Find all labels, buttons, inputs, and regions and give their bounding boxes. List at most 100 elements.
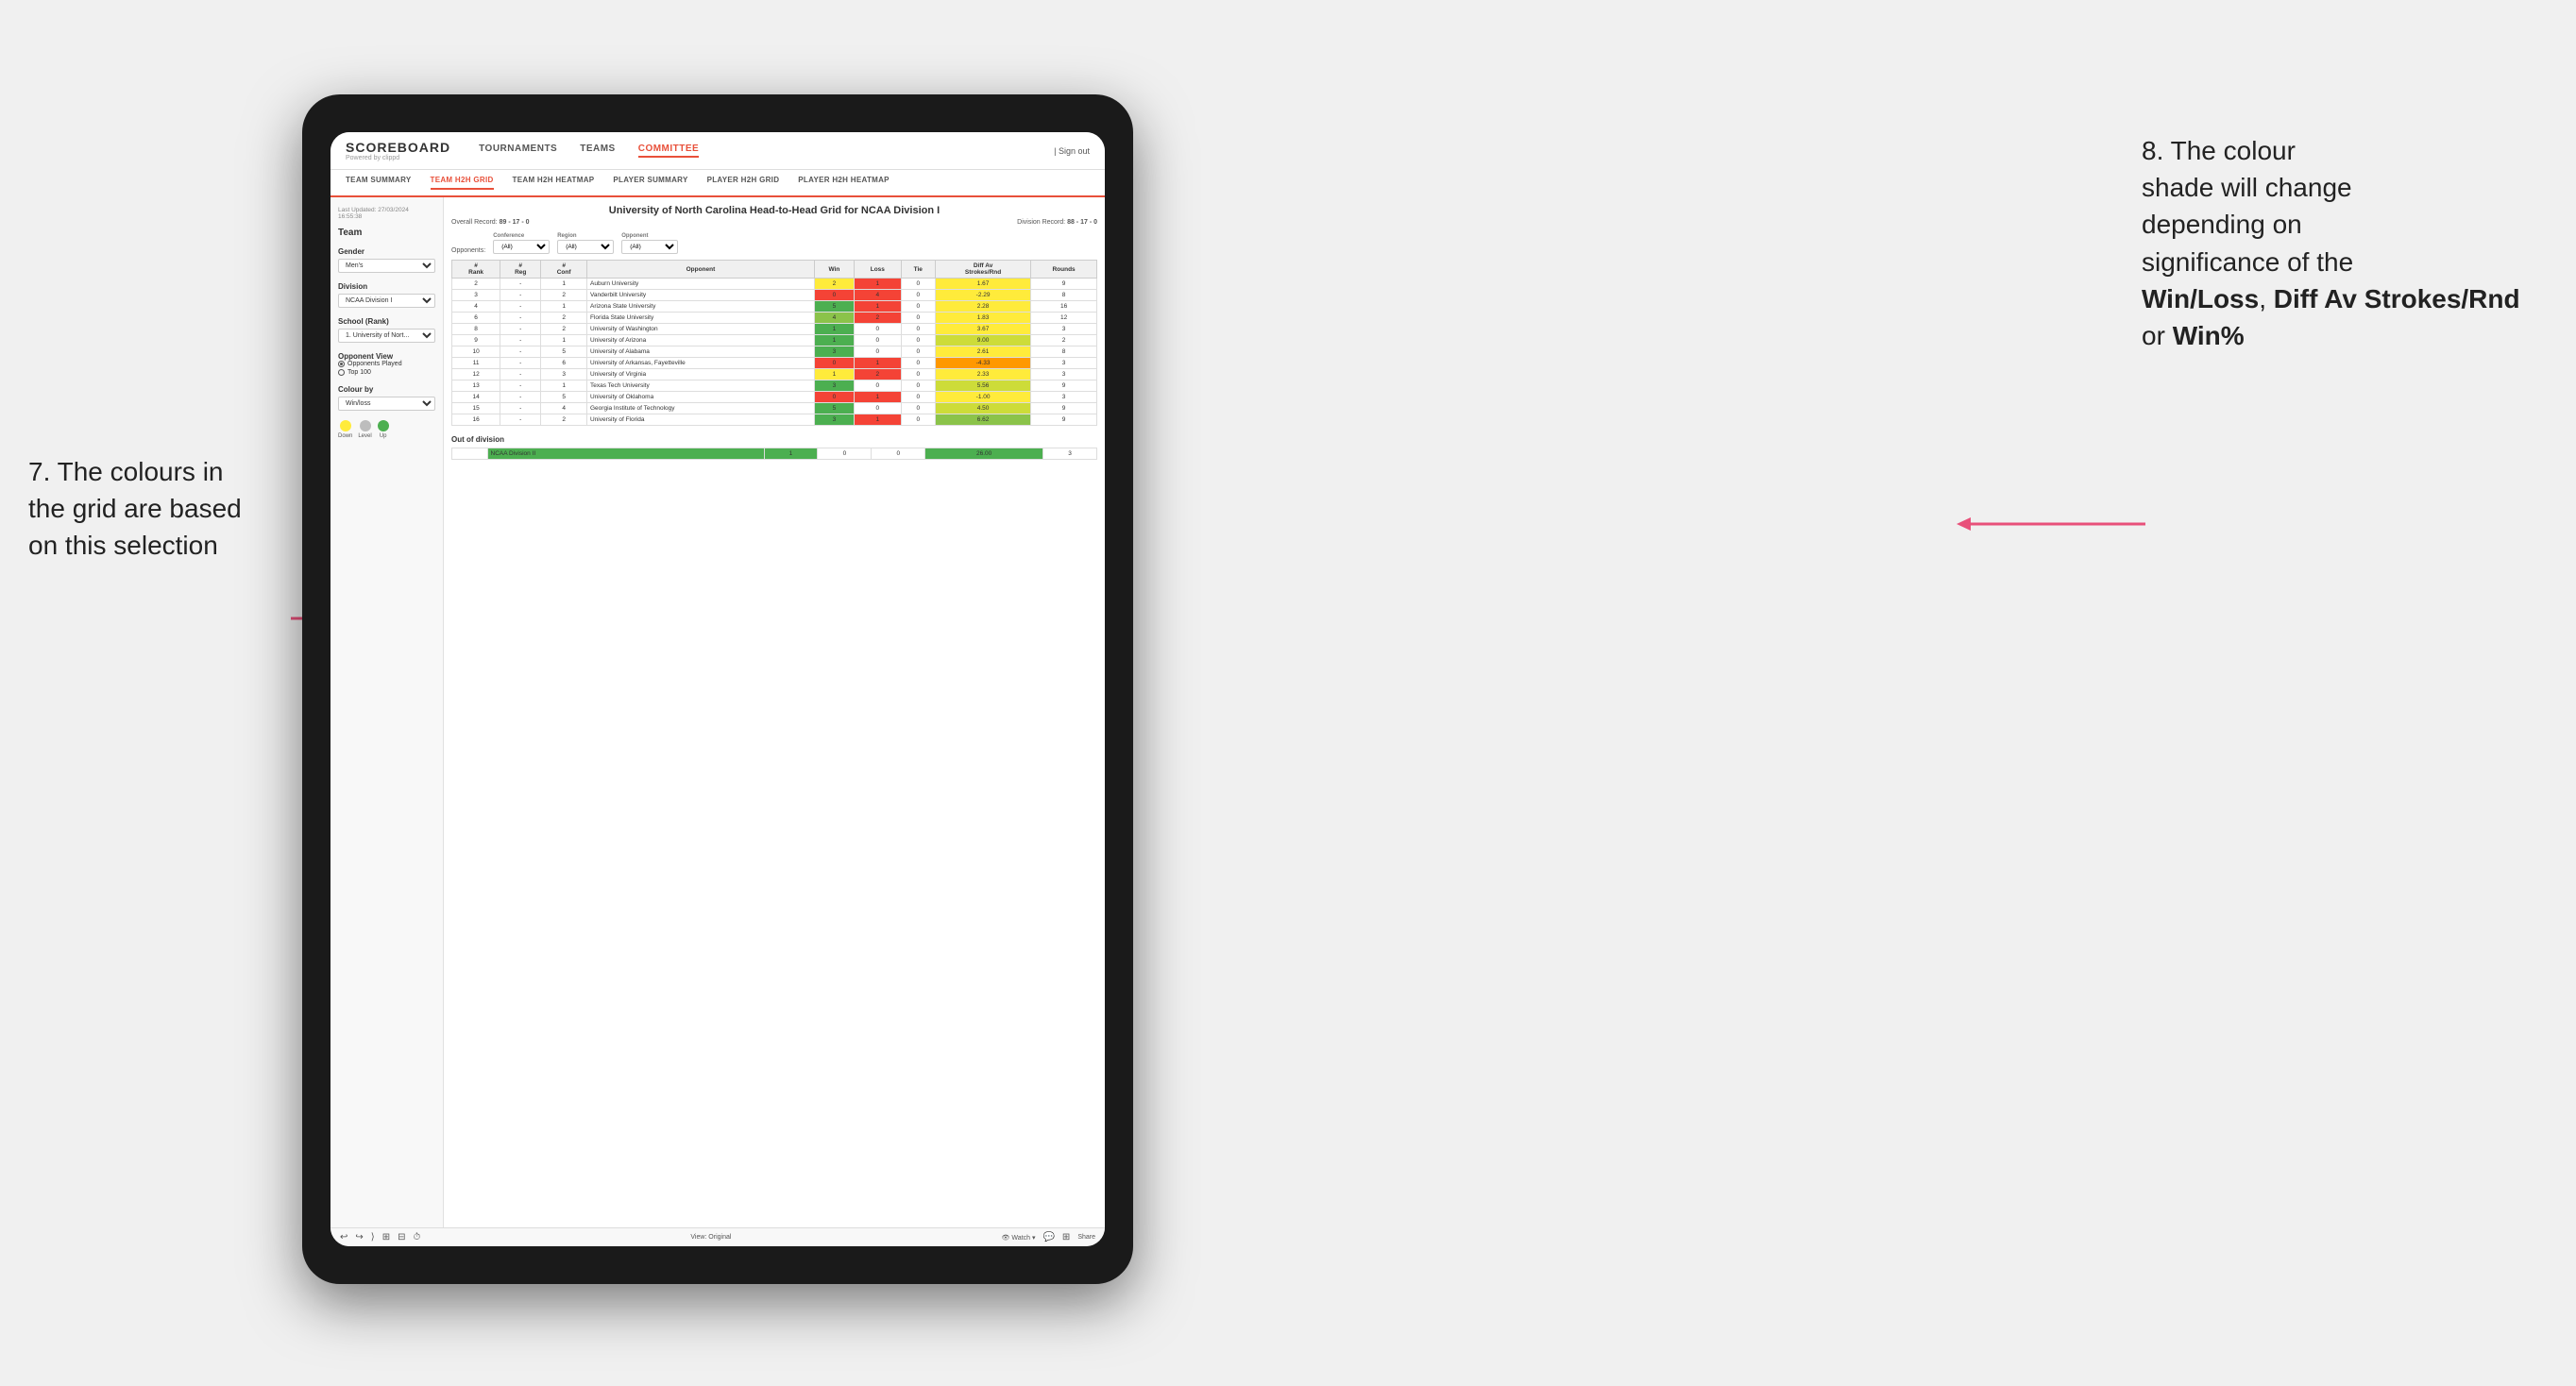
comment-button[interactable]: 💬: [1042, 1232, 1054, 1242]
region-select[interactable]: (All): [557, 240, 614, 254]
colour-by-section: Colour by Win/loss: [338, 385, 435, 411]
colour-by-select[interactable]: Win/loss: [338, 397, 435, 411]
legend-up: Up: [378, 420, 389, 439]
overall-record: Overall Record: 89 - 17 - 0: [451, 219, 530, 226]
grid-records: Overall Record: 89 - 17 - 0 Division Rec…: [451, 219, 1097, 226]
legend-level: Level: [358, 420, 371, 439]
copy-button[interactable]: ⊞: [382, 1232, 390, 1242]
annotation-right: 8. The colour shade will change dependin…: [2142, 132, 2548, 354]
last-updated: Last Updated: 27/03/2024 16:55:38: [338, 207, 435, 220]
table-row: 10-5University of Alabama3002.618: [452, 346, 1097, 358]
col-reg: #Reg: [500, 261, 541, 279]
table-row: 16-2University of Florida3106.629: [452, 414, 1097, 426]
main-content: Last Updated: 27/03/2024 16:55:38 Team G…: [330, 197, 1105, 1227]
col-conf: #Conf: [541, 261, 587, 279]
col-win: Win: [814, 261, 854, 279]
bottom-toolbar: ↩ ↪ ⟩ ⊞ ⊟ ⏱ View: Original 👁 Watch ▾ 💬 ⊞…: [330, 1227, 1105, 1246]
opponent-view-radio-group: Opponents Played Top 100: [338, 361, 435, 376]
gender-section: Gender Men's: [338, 247, 435, 273]
ood-rounds: 3: [1043, 448, 1097, 460]
division-select[interactable]: NCAA Division I: [338, 294, 435, 308]
school-section: School (Rank) 1. University of Nort...: [338, 317, 435, 343]
legend-down-dot: [340, 420, 351, 431]
watch-button[interactable]: 👁 Watch ▾: [1002, 1234, 1036, 1242]
nav-items: TOURNAMENTS TEAMS COMMITTEE: [479, 144, 699, 158]
grid-button[interactable]: ⊞: [1062, 1232, 1070, 1242]
col-loss: Loss: [855, 261, 902, 279]
table-row: 2-1Auburn University2101.679: [452, 279, 1097, 290]
sub-navigation: TEAM SUMMARY TEAM H2H GRID TEAM H2H HEAT…: [330, 170, 1105, 197]
view-label: View: Original: [690, 1234, 731, 1241]
conference-select[interactable]: (All): [493, 240, 550, 254]
share-button[interactable]: Share: [1077, 1234, 1095, 1241]
radio-dot-unselected: [338, 369, 345, 376]
school-select[interactable]: 1. University of Nort...: [338, 329, 435, 343]
table-row: 9-1University of Arizona1009.002: [452, 335, 1097, 346]
nav-committee[interactable]: COMMITTEE: [638, 144, 700, 158]
undo-button[interactable]: ↩: [340, 1232, 347, 1242]
sign-out-button[interactable]: | Sign out: [1054, 146, 1090, 156]
ood-win: 1: [764, 448, 818, 460]
tablet-screen: SCOREBOARD Powered by clippd TOURNAMENTS…: [330, 132, 1105, 1246]
tablet-device: SCOREBOARD Powered by clippd TOURNAMENTS…: [302, 94, 1133, 1284]
out-of-division-section: Out of division NCAA Division II 1 0 0 2…: [451, 435, 1097, 460]
tab-player-h2h-grid[interactable]: PLAYER H2H GRID: [707, 176, 780, 190]
filters-row: Opponents: Conference (All) Region (All): [451, 233, 1097, 254]
nav-teams[interactable]: TEAMS: [580, 144, 616, 158]
tab-player-h2h-heatmap[interactable]: PLAYER H2H HEATMAP: [798, 176, 890, 190]
division-section: Division NCAA Division I: [338, 282, 435, 308]
division-name: [452, 448, 488, 460]
legend-up-dot: [378, 420, 389, 431]
table-row: 6-2Florida State University4201.8312: [452, 313, 1097, 324]
nav-tournaments[interactable]: TOURNAMENTS: [479, 144, 557, 158]
table-row: 11-6University of Arkansas, Fayetteville…: [452, 358, 1097, 369]
col-opponent: Opponent: [587, 261, 815, 279]
col-tie: Tie: [901, 261, 935, 279]
radio-top-100[interactable]: Top 100: [338, 369, 435, 376]
clock-button[interactable]: ⏱: [413, 1232, 420, 1242]
annotation-left: 7. The colours in the grid are based on …: [28, 453, 293, 565]
table-header-row: #Rank #Reg #Conf Opponent Win Loss Tie D…: [452, 261, 1097, 279]
radio-opponents-played[interactable]: Opponents Played: [338, 361, 435, 367]
tab-team-h2h-grid[interactable]: TEAM H2H GRID: [431, 176, 494, 190]
tab-player-summary[interactable]: PLAYER SUMMARY: [613, 176, 687, 190]
grid-area: University of North Carolina Head-to-Hea…: [444, 197, 1105, 1227]
legend-level-dot: [360, 420, 371, 431]
team-section: Team: [338, 228, 435, 238]
tab-team-summary[interactable]: TEAM SUMMARY: [346, 176, 412, 190]
colour-legend: Down Level Up: [338, 420, 435, 439]
forward-button[interactable]: ⟩: [371, 1232, 375, 1242]
grid-title: University of North Carolina Head-to-Hea…: [451, 205, 1097, 216]
opponent-view-section: Opponent View Opponents Played Top 100: [338, 352, 435, 376]
table-row: 14-5University of Oklahoma010-1.003: [452, 392, 1097, 403]
table-row: 4-1Arizona State University5102.2816: [452, 301, 1097, 313]
tab-team-h2h-heatmap[interactable]: TEAM H2H HEATMAP: [513, 176, 595, 190]
sidebar: Last Updated: 27/03/2024 16:55:38 Team G…: [330, 197, 444, 1227]
h2h-table: #Rank #Reg #Conf Opponent Win Loss Tie D…: [451, 260, 1097, 426]
table-row: 13-1Texas Tech University3005.569: [452, 380, 1097, 392]
table-row: 12-3University of Virginia1202.333: [452, 369, 1097, 380]
table-row: 8-2University of Washington1003.673: [452, 324, 1097, 335]
opponent-select[interactable]: (All): [621, 240, 678, 254]
conference-filter: Conference (All): [493, 233, 550, 254]
radio-dot-selected: [338, 361, 345, 367]
out-of-division-table: NCAA Division II 1 0 0 26.00 3: [451, 448, 1097, 460]
col-diff: Diff AvStrokes/Rnd: [935, 261, 1030, 279]
redo-button[interactable]: ↪: [355, 1232, 363, 1242]
top-navigation: SCOREBOARD Powered by clippd TOURNAMENTS…: [330, 132, 1105, 170]
opponent-filter: Opponent (All): [621, 233, 678, 254]
col-rounds: Rounds: [1031, 261, 1097, 279]
table-row: 15-4Georgia Institute of Technology5004.…: [452, 403, 1097, 414]
arrow-right-indicator: [1957, 510, 2145, 543]
ood-tie: 0: [872, 448, 925, 460]
out-of-division-row: NCAA Division II 1 0 0 26.00 3: [452, 448, 1097, 460]
legend-down: Down: [338, 420, 352, 439]
gender-select[interactable]: Men's: [338, 259, 435, 273]
paste-button[interactable]: ⊟: [398, 1232, 405, 1242]
division-label-cell: NCAA Division II: [487, 448, 764, 460]
table-row: 3-2Vanderbilt University040-2.298: [452, 290, 1097, 301]
region-filter: Region (All): [557, 233, 614, 254]
logo: SCOREBOARD Powered by clippd: [346, 140, 450, 161]
division-record: Division Record: 88 - 17 - 0: [1017, 219, 1097, 226]
ood-loss: 0: [818, 448, 872, 460]
